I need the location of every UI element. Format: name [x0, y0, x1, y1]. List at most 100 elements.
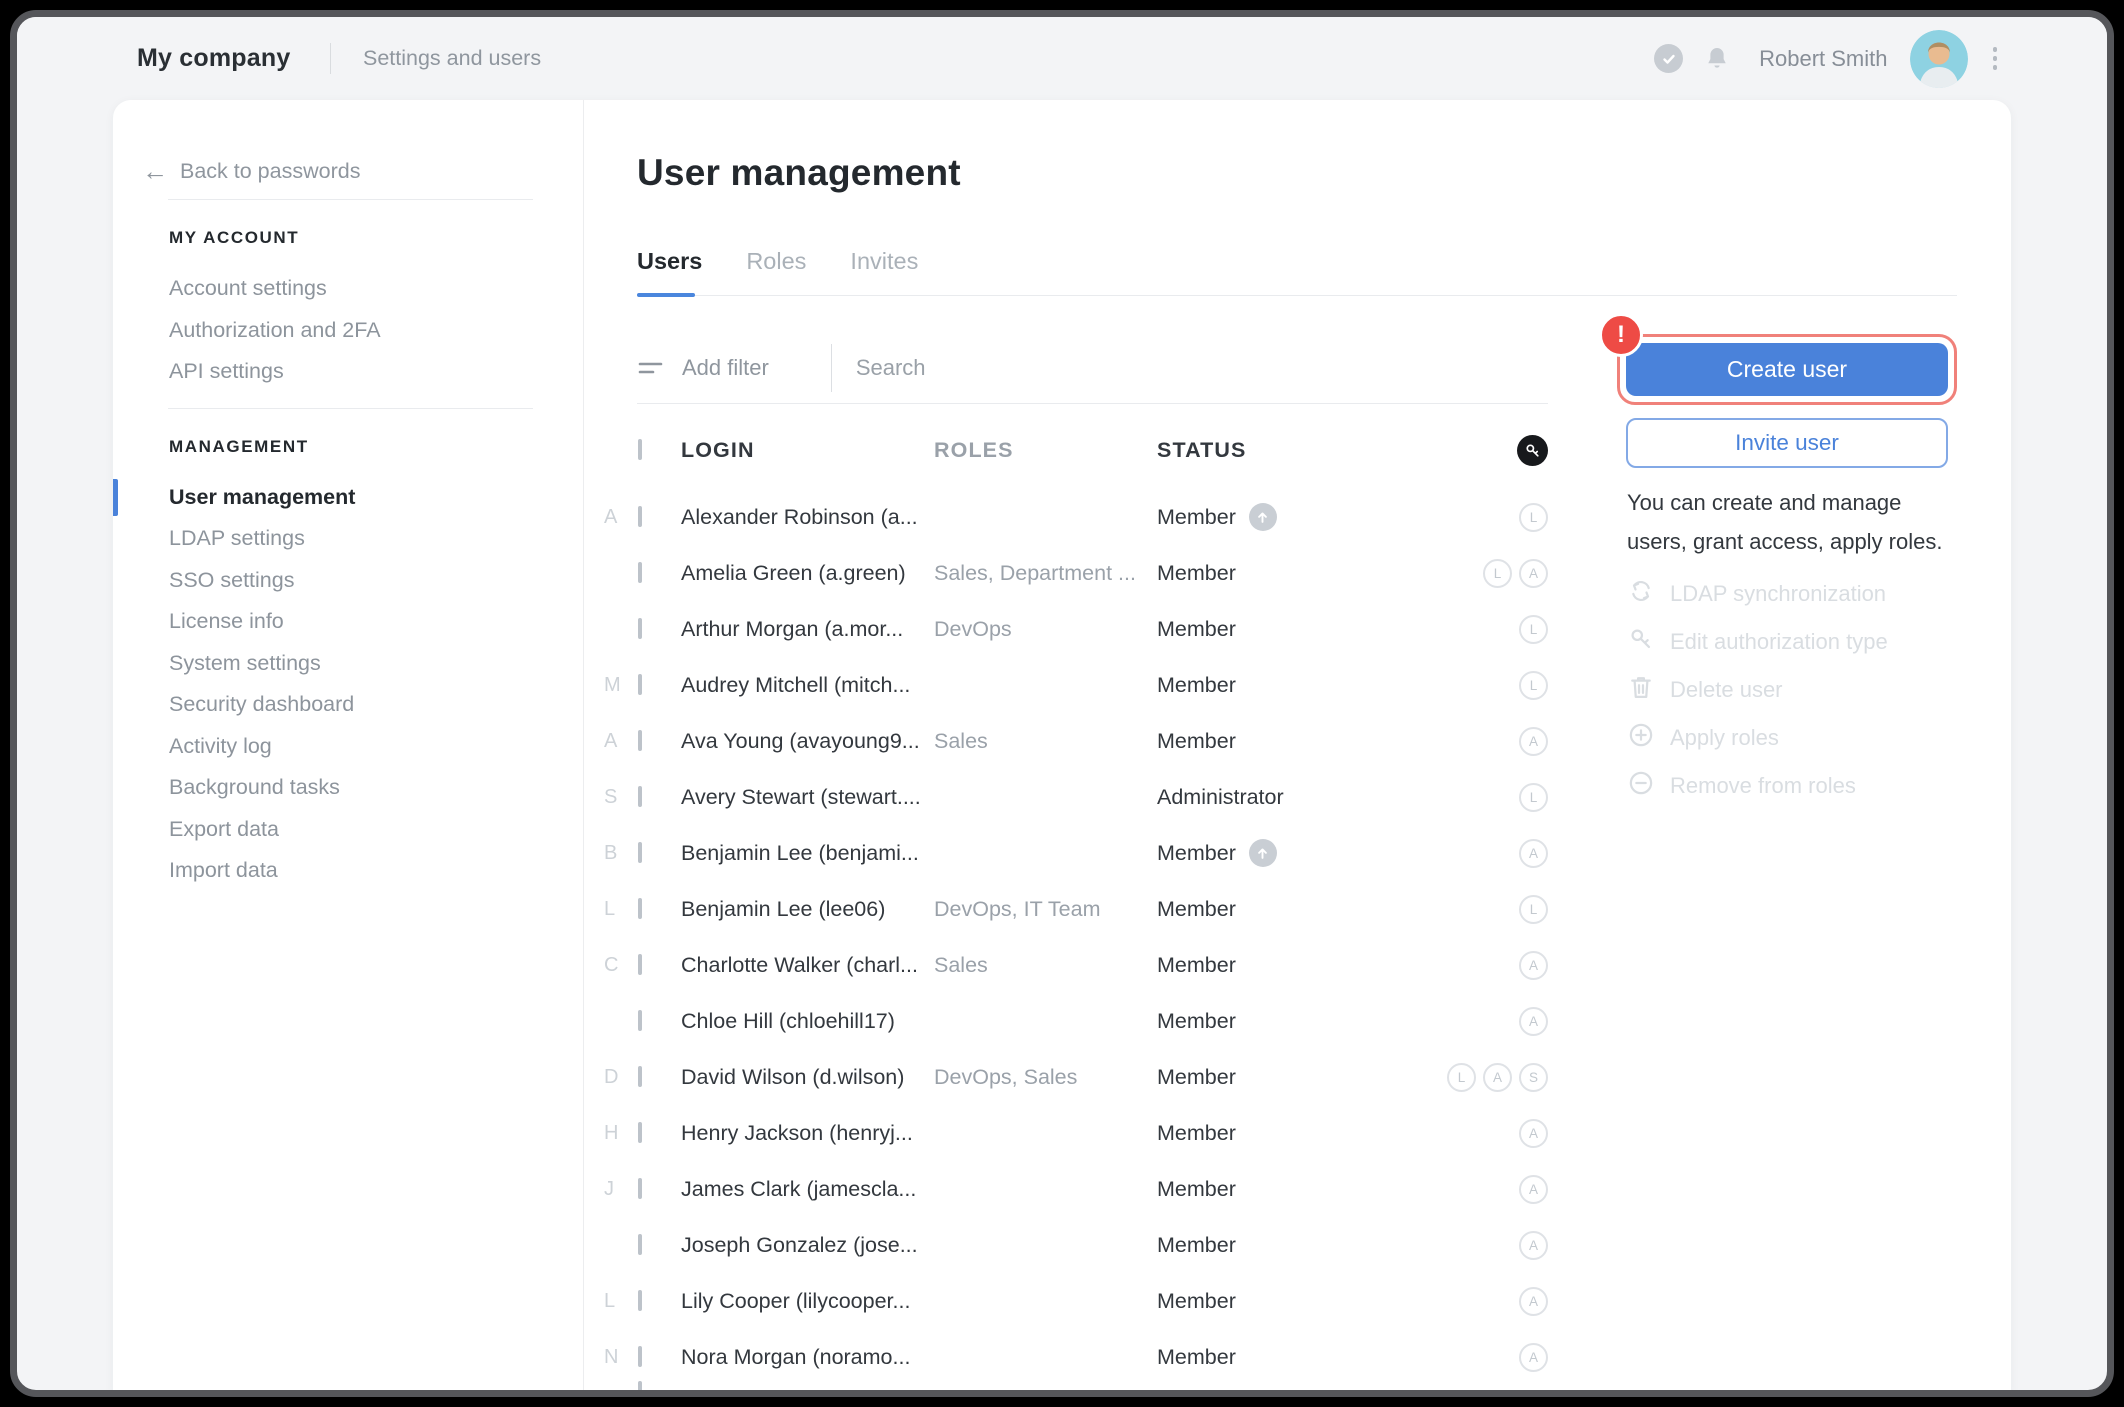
sidebar-item-activity-log[interactable]: Activity log [169, 726, 583, 768]
user-status: Administrator [1157, 785, 1284, 810]
row-checkbox[interactable] [638, 674, 642, 695]
sidebar-item-api-settings[interactable]: API settings [169, 351, 583, 393]
row-checkbox[interactable] [638, 1234, 642, 1255]
select-all-checkbox[interactable] [638, 439, 642, 460]
user-login[interactable]: Benjamin Lee (benjami... [681, 841, 934, 866]
auth-badges: A [1418, 1343, 1548, 1372]
row-checkbox[interactable] [638, 1122, 642, 1143]
tab-roles[interactable]: Roles [746, 248, 806, 287]
user-login[interactable]: Benjamin Lee (lee06) [681, 897, 934, 922]
panel-action-ldap-synchronization[interactable]: LDAP synchronization [1627, 570, 1888, 618]
auth-type-badge-a: A [1519, 1119, 1548, 1148]
table-row: MAudrey Mitchell (mitch...MemberL [598, 657, 1548, 713]
sidebar-item-system-settings[interactable]: System settings [169, 643, 583, 685]
row-checkbox[interactable] [638, 1010, 642, 1031]
add-filter-button[interactable]: Add filter [682, 355, 769, 381]
auth-badges: L [1418, 783, 1548, 812]
tab-invites[interactable]: Invites [850, 248, 918, 287]
sidebar-item-user-management[interactable]: User management [169, 477, 583, 519]
promoted-up-arrow-icon [1249, 839, 1277, 867]
group-letter: D [598, 1066, 638, 1089]
row-checkbox[interactable] [638, 562, 642, 583]
user-login[interactable]: Alexander Robinson (a... [681, 505, 934, 530]
user-login[interactable]: Arthur Morgan (a.mor... [681, 617, 934, 642]
avatar[interactable] [1910, 30, 1968, 88]
search-input[interactable] [854, 354, 1158, 382]
panel-action-label: LDAP synchronization [1670, 581, 1886, 607]
row-checkbox[interactable] [638, 842, 642, 863]
row-checkbox[interactable] [638, 506, 642, 527]
row-checkbox[interactable] [638, 730, 642, 751]
row-checkbox[interactable] [638, 1381, 642, 1393]
column-roles[interactable]: ROLES [934, 438, 1157, 463]
table-row: Amelia Green (a.green)Sales, Department … [598, 545, 1548, 601]
row-checkbox[interactable] [638, 1290, 642, 1311]
user-roles: DevOps [934, 617, 1157, 642]
user-status: Member [1157, 673, 1236, 698]
sidebar-item-import-data[interactable]: Import data [169, 850, 583, 892]
sidebar-item-export-data[interactable]: Export data [169, 809, 583, 851]
kebab-menu-icon[interactable] [1987, 41, 2004, 76]
sync-icon [1627, 577, 1655, 611]
row-checkbox[interactable] [638, 954, 642, 975]
auth-type-badge-a: A [1519, 839, 1548, 868]
group-letter: C [598, 954, 638, 977]
sidebar-item-sso-settings[interactable]: SSO settings [169, 560, 583, 602]
panel-action-edit-authorization-type[interactable]: Edit authorization type [1627, 618, 1888, 666]
company-name[interactable]: My company [137, 17, 290, 100]
user-login[interactable]: David Wilson (d.wilson) [681, 1065, 934, 1090]
panel-action-remove-from-roles[interactable]: Remove from roles [1627, 762, 1888, 810]
user-login[interactable]: Lily Cooper (lilycooper... [681, 1289, 934, 1314]
group-letter: A [598, 506, 638, 529]
user-login[interactable]: Joseph Gonzalez (jose... [681, 1233, 934, 1258]
user-login[interactable]: James Clark (jamescla... [681, 1177, 934, 1202]
row-checkbox[interactable] [638, 786, 642, 807]
back-to-passwords-link[interactable]: ← Back to passwords [142, 158, 583, 184]
row-checkbox[interactable] [638, 1346, 642, 1367]
sidebar-item-security-dashboard[interactable]: Security dashboard [169, 684, 583, 726]
row-checkbox[interactable] [638, 898, 642, 919]
auth-type-badge-a: A [1519, 1175, 1548, 1204]
panel-action-delete-user[interactable]: Delete user [1627, 666, 1888, 714]
sidebar-list: User managementLDAP settingsSSO settings… [113, 477, 583, 892]
alert-badge: ! [1599, 313, 1643, 357]
user-name[interactable]: Robert Smith [1759, 46, 1887, 72]
notifications-bell-icon[interactable] [1702, 44, 1732, 74]
panel-actions: LDAP synchronization Edit authorization t… [1627, 570, 1888, 810]
minus-circle-icon [1627, 769, 1655, 803]
user-login[interactable]: Avery Stewart (stewart.... [681, 785, 934, 810]
column-status[interactable]: STATUS [1157, 438, 1418, 463]
table-row: Chloe Hill (chloehill17)MemberA [598, 993, 1548, 1049]
sidebar-item-license-info[interactable]: License info [169, 601, 583, 643]
authorization-key-icon[interactable] [1517, 435, 1548, 466]
sidebar-item-ldap-settings[interactable]: LDAP settings [169, 518, 583, 560]
row-checkbox[interactable] [638, 1066, 642, 1087]
panel-action-label: Edit authorization type [1670, 629, 1888, 655]
user-login[interactable]: Henry Jackson (henryj... [681, 1121, 934, 1146]
auth-type-badge-a: A [1483, 1063, 1512, 1092]
user-login[interactable]: Amelia Green (a.green) [681, 561, 934, 586]
topbar-divider [330, 43, 331, 74]
user-status: Member [1157, 561, 1236, 586]
user-login[interactable]: Charlotte Walker (charl... [681, 953, 934, 978]
user-login[interactable]: Nora Morgan (noramo... [681, 1345, 934, 1370]
auth-type-badge-l: L [1519, 615, 1548, 644]
user-login[interactable]: Ava Young (avayoung9... [681, 729, 934, 754]
sidebar-item-account-settings[interactable]: Account settings [169, 268, 583, 310]
tab-users[interactable]: Users [637, 248, 702, 287]
back-label: Back to passwords [180, 159, 360, 184]
user-roles: Sales, Department ... [934, 561, 1157, 586]
sidebar-item-authorization-and-2fa[interactable]: Authorization and 2FA [169, 310, 583, 352]
status-check-icon[interactable] [1654, 44, 1683, 73]
user-login[interactable]: Chloe Hill (chloehill17) [681, 1009, 934, 1034]
table-row: NNora Morgan (noramo...MemberA [598, 1329, 1548, 1385]
create-user-button[interactable]: Create user [1626, 343, 1948, 396]
row-checkbox[interactable] [638, 1178, 642, 1199]
column-login[interactable]: LOGIN [681, 438, 934, 463]
row-checkbox[interactable] [638, 618, 642, 639]
user-status: Member [1157, 1121, 1236, 1146]
user-login[interactable]: Audrey Mitchell (mitch... [681, 673, 934, 698]
panel-action-apply-roles[interactable]: Apply roles [1627, 714, 1888, 762]
invite-user-button[interactable]: Invite user [1626, 418, 1948, 468]
sidebar-item-background-tasks[interactable]: Background tasks [169, 767, 583, 809]
